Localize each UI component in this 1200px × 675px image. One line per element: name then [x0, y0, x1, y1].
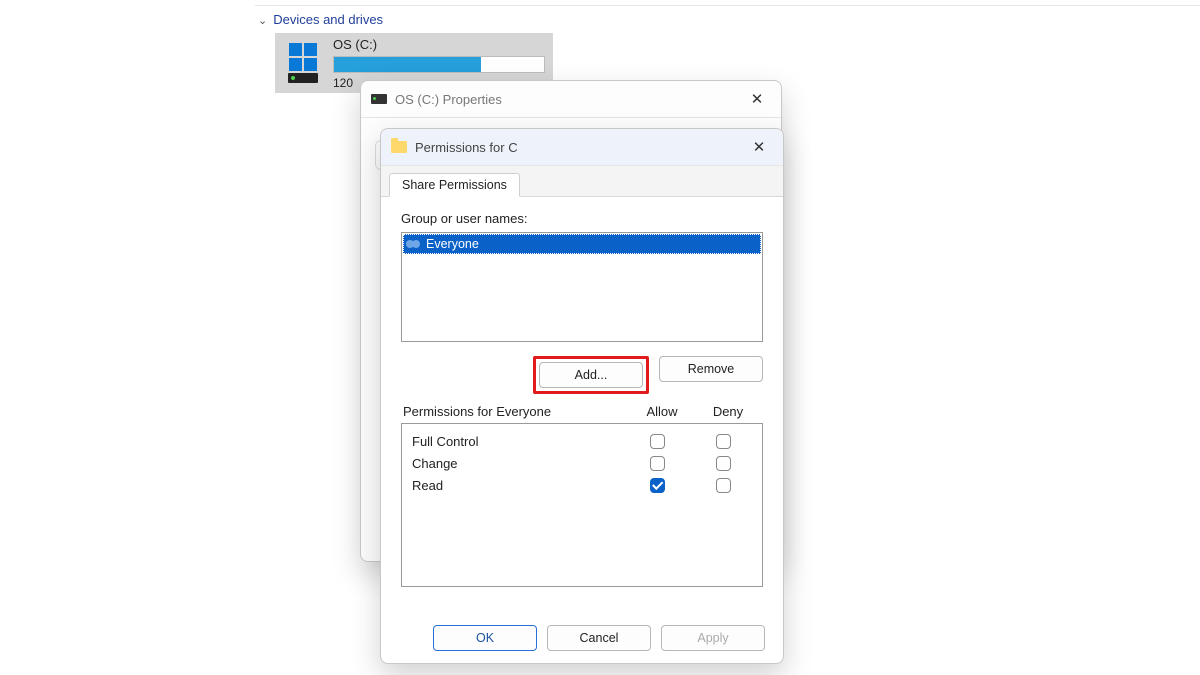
permission-name: Change — [408, 456, 624, 471]
deny-header: Deny — [695, 404, 761, 419]
apply-button[interactable]: Apply — [661, 625, 765, 651]
permissions-window: Permissions for C ✕ Share Permissions Gr… — [380, 128, 784, 664]
permission-row: Full Control — [408, 430, 756, 452]
user-list[interactable]: Everyone — [401, 232, 763, 342]
group-users-label: Group or user names: — [401, 211, 763, 226]
allow-checkbox-full-control[interactable] — [650, 434, 665, 449]
tab-share-permissions[interactable]: Share Permissions — [389, 173, 520, 197]
folder-icon — [391, 141, 407, 153]
windows-logo-icon — [289, 43, 317, 71]
remove-button[interactable]: Remove — [659, 356, 763, 382]
drive-label: OS (C:) — [333, 37, 545, 52]
user-name: Everyone — [426, 237, 479, 251]
permissions-table: Full Control Change Read — [401, 423, 763, 587]
highlight-annotation: Add... — [533, 356, 649, 394]
divider — [255, 5, 1200, 6]
properties-titlebar[interactable]: OS (C:) Properties ✕ — [361, 81, 781, 118]
capacity-bar — [333, 56, 545, 73]
chevron-down-icon: ⌄ — [258, 14, 267, 27]
permissions-for-label: Permissions for Everyone — [403, 404, 629, 419]
permission-name: Full Control — [408, 434, 624, 449]
tab-strip: Share Permissions — [381, 166, 783, 197]
permissions-title: Permissions for C — [415, 140, 518, 155]
close-icon[interactable]: ✕ — [745, 138, 773, 156]
deny-checkbox-read[interactable] — [716, 478, 731, 493]
ok-button[interactable]: OK — [433, 625, 537, 651]
deny-checkbox-change[interactable] — [716, 456, 731, 471]
properties-title: OS (C:) Properties — [395, 92, 502, 107]
user-list-item[interactable]: Everyone — [403, 234, 761, 254]
ssd-icon — [288, 73, 318, 83]
permission-row: Change — [408, 452, 756, 474]
add-button[interactable]: Add... — [539, 362, 643, 388]
allow-checkbox-read[interactable] — [650, 478, 665, 493]
devices-section-header[interactable]: ⌄ Devices and drives — [258, 12, 383, 27]
allow-checkbox-change[interactable] — [650, 456, 665, 471]
deny-checkbox-full-control[interactable] — [716, 434, 731, 449]
allow-header: Allow — [629, 404, 695, 419]
devices-section-title: Devices and drives — [273, 12, 383, 27]
cancel-button[interactable]: Cancel — [547, 625, 651, 651]
permission-name: Read — [408, 478, 624, 493]
close-icon[interactable]: ✕ — [743, 90, 771, 108]
drive-icon — [283, 43, 323, 83]
drive-mini-icon — [371, 94, 387, 104]
permission-row: Read — [408, 474, 756, 496]
permissions-titlebar[interactable]: Permissions for C ✕ — [381, 129, 783, 166]
users-icon — [406, 238, 422, 250]
